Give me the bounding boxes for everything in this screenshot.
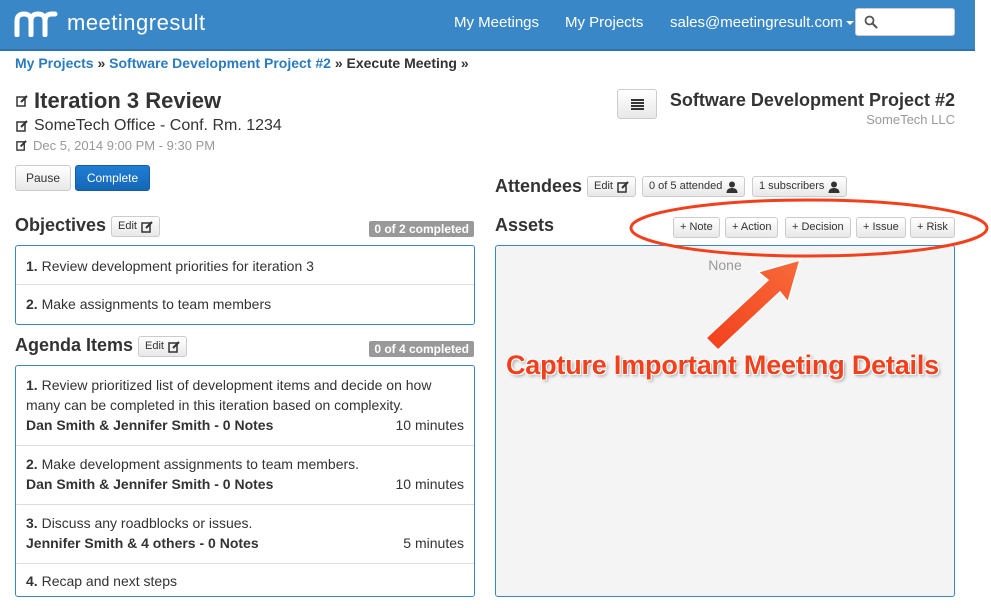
objective-number: 2.	[26, 296, 38, 312]
attended-count: 0 of 5 attended	[649, 180, 723, 192]
objectives-progress-badge: 0 of 2 completed	[369, 221, 474, 237]
agenda-number: 1.	[26, 377, 38, 393]
agenda-text: Recap and next steps	[41, 573, 177, 589]
subscribers-button[interactable]: 1 subscribers	[752, 176, 848, 197]
meeting-date-row[interactable]: Dec 5, 2014 9:00 PM - 9:30 PM	[16, 138, 215, 153]
user-icon	[828, 181, 840, 193]
agenda-text: Review prioritized list of development i…	[41, 377, 432, 393]
annotation-caption: Capture Important Meeting Details	[506, 350, 939, 380]
objective-item[interactable]: 1. Review development priorities for ite…	[16, 246, 474, 285]
objectives-title: Objectives	[15, 215, 107, 235]
objective-text: Review development priorities for iterat…	[41, 258, 314, 274]
search-icon	[864, 15, 878, 29]
agenda-progress-badge: 0 of 4 completed	[369, 341, 474, 357]
agenda-number: 2.	[26, 456, 38, 472]
agenda-duration: 10 minutes	[395, 417, 464, 433]
agenda-number: 4.	[26, 573, 38, 589]
breadcrumb-separator: »	[334, 55, 343, 71]
agenda-text-continued: many can be completed in this iteration …	[26, 397, 404, 413]
attendees-title: Attendees	[495, 176, 583, 196]
agenda-duration: 5 minutes	[403, 535, 464, 551]
agenda-text: Make development assignments to team mem…	[41, 456, 360, 472]
agenda-item[interactable]: 2. Make development assignments to team …	[16, 446, 474, 505]
annotation-ellipse	[629, 198, 989, 258]
agenda-panel: 1. Review prioritized list of developmen…	[15, 365, 475, 597]
nav-my-projects[interactable]: My Projects	[565, 14, 643, 31]
agenda-number: 3.	[26, 515, 38, 531]
search-box	[855, 8, 955, 36]
edit-icon	[617, 180, 629, 193]
subscribers-count: 1 subscribers	[759, 180, 825, 192]
objectives-panel: 1. Review development priorities for ite…	[15, 245, 475, 325]
meeting-location: SomeTech Office - Conf. Rm. 1234	[34, 117, 282, 134]
agenda-assignees: Dan Smith & Jennifer Smith - 0 Notes	[26, 476, 274, 492]
breadcrumb-separator: »	[460, 55, 469, 71]
meeting-title-row[interactable]: Iteration 3 Review	[16, 88, 221, 114]
pause-button[interactable]: Pause	[15, 165, 71, 191]
search-input[interactable]	[880, 9, 950, 33]
agenda-edit-button[interactable]: Edit	[138, 336, 187, 357]
chevron-down-icon	[845, 21, 854, 26]
brand-name: meetingresult	[67, 10, 206, 35]
nav-my-meetings[interactable]: My Meetings	[454, 14, 539, 31]
agenda-item[interactable]: 1. Review prioritized list of developmen…	[16, 366, 474, 446]
breadcrumb: My Projects » Software Development Proje…	[15, 55, 469, 71]
meeting-location-row[interactable]: SomeTech Office - Conf. Rm. 1234	[16, 117, 282, 135]
attended-count-button[interactable]: 0 of 5 attended	[642, 176, 746, 197]
company-name: SomeTech LLC	[866, 112, 955, 127]
agenda-item[interactable]: 3. Discuss any roadblocks or issues. Jen…	[16, 505, 474, 564]
agenda-duration: 10 minutes	[395, 476, 464, 492]
breadcrumb-project[interactable]: Software Development Project #2	[109, 55, 331, 71]
edit-icon	[168, 340, 180, 353]
logo-icon	[14, 11, 58, 37]
agenda-assignees: Dan Smith & Jennifer Smith - 0 Notes	[26, 417, 274, 433]
meeting-title: Iteration 3 Review	[34, 88, 222, 113]
edit-label: Edit	[145, 340, 164, 352]
edit-label: Edit	[118, 220, 137, 232]
edit-icon	[16, 95, 28, 107]
agenda-assignees: Jennifer Smith & 4 others - 0 Notes	[26, 535, 259, 551]
objectives-edit-button[interactable]: Edit	[111, 216, 160, 237]
breadcrumb-separator: »	[97, 55, 106, 71]
edit-label: Edit	[594, 180, 613, 192]
edit-icon	[16, 120, 28, 132]
agenda-text: Discuss any roadblocks or issues.	[41, 515, 253, 531]
meeting-datetime: Dec 5, 2014 9:00 PM - 9:30 PM	[33, 138, 216, 153]
objective-text: Make assignments to team members	[41, 296, 272, 312]
complete-button[interactable]: Complete	[75, 165, 150, 191]
breadcrumb-current: Execute Meeting	[346, 55, 457, 71]
objective-number: 1.	[26, 258, 38, 274]
edit-icon	[141, 220, 153, 233]
list-menu-icon	[631, 99, 644, 110]
menu-button[interactable]	[617, 89, 657, 119]
agenda-title: Agenda Items	[15, 335, 134, 355]
user-email: sales@meetingresult.com	[670, 14, 843, 31]
edit-icon	[16, 140, 27, 151]
agenda-item[interactable]: 4. Recap and next steps	[16, 564, 474, 596]
brand-logo[interactable]: meetingresult	[14, 9, 206, 37]
attendees-edit-button[interactable]: Edit	[587, 176, 636, 197]
annotation-arrow-icon	[704, 258, 802, 352]
project-name: Software Development Project #2	[669, 90, 955, 110]
top-navbar: meetingresult My Meetings My Projects sa…	[0, 0, 975, 51]
objective-item[interactable]: 2. Make assignments to team members	[16, 285, 474, 324]
user-menu[interactable]: sales@meetingresult.com	[670, 14, 854, 31]
assets-title: Assets	[495, 215, 555, 235]
breadcrumb-my-projects[interactable]: My Projects	[15, 55, 94, 71]
user-icon	[726, 181, 738, 193]
